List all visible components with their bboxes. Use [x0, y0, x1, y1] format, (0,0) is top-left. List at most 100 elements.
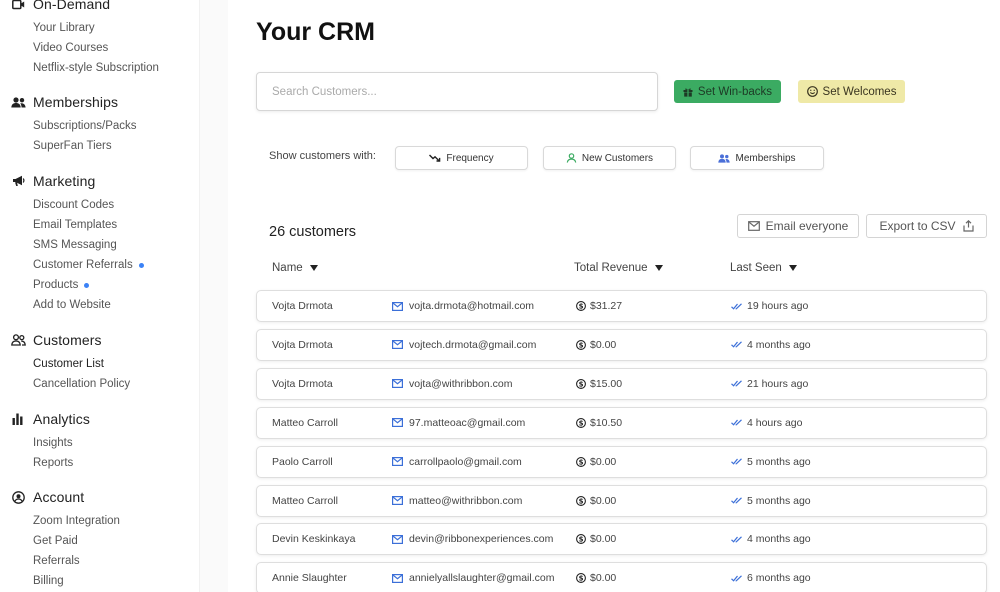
sidebar-section-memberships: Memberships Subscriptions/Packs SuperFan… — [0, 92, 199, 156]
customer-email-cell[interactable]: vojta.drmota@hotmail.com — [392, 291, 534, 321]
customer-revenue: $0.00 — [590, 533, 617, 546]
customer-last-seen: 21 hours ago — [747, 377, 809, 390]
search-input[interactable] — [256, 72, 658, 111]
mail-icon — [392, 496, 403, 505]
user-circle-icon — [10, 489, 26, 505]
customer-name: Matteo Carroll — [272, 494, 338, 507]
sidebar-item-label: Products — [33, 279, 79, 291]
sidebar-item-zoom-integration[interactable]: Zoom Integration — [0, 511, 199, 531]
set-welcomes-button[interactable]: Set Welcomes — [798, 80, 905, 103]
table-row[interactable]: Vojta Drmota vojta.drmota@hotmail.com $ … — [256, 290, 987, 322]
people-outline-icon — [10, 332, 26, 348]
double-check-icon — [731, 497, 743, 504]
sidebar-item-billing[interactable]: Billing — [0, 571, 199, 591]
sidebar-item-superfan-tiers[interactable]: SuperFan Tiers — [0, 136, 199, 156]
export-csv-button[interactable]: Export to CSV — [866, 214, 987, 238]
customer-revenue-cell: $ $0.00 — [576, 524, 616, 554]
customer-revenue: $0.00 — [590, 455, 617, 468]
customer-email-cell[interactable]: devin@ribbonexperiences.com — [392, 524, 553, 554]
customer-last-seen: 4 hours ago — [747, 416, 803, 429]
customer-name: Annie Slaughter — [272, 572, 347, 585]
sidebar-head-on-demand[interactable]: On-Demand — [0, 0, 199, 14]
customer-email-cell[interactable]: carrollpaolo@gmail.com — [392, 447, 522, 477]
dollar-circle-icon: $ — [576, 417, 586, 428]
sidebar-item-video-courses[interactable]: Video Courses — [0, 38, 199, 58]
megaphone-icon — [10, 173, 26, 189]
sidebar-head-customers[interactable]: Customers — [0, 330, 199, 350]
email-everyone-button[interactable]: Email everyone — [737, 214, 859, 238]
table-row[interactable]: Vojta Drmota vojta@withribbon.com $ $15.… — [256, 367, 987, 400]
new-indicator-dot — [138, 262, 144, 268]
customer-last-seen: 4 months ago — [747, 533, 811, 546]
sidebar-item-reports[interactable]: Reports — [0, 453, 199, 473]
sidebar-head-memberships[interactable]: Memberships — [0, 92, 199, 112]
table-row[interactable]: Paolo Carroll carrollpaolo@gmail.com $ $… — [256, 445, 987, 478]
customer-last-seen: 19 hours ago — [747, 300, 809, 312]
mail-icon — [747, 221, 760, 231]
customer-name: Paolo Carroll — [272, 455, 333, 468]
sidebar-head-account[interactable]: Account — [0, 487, 199, 507]
sort-caret-icon — [309, 265, 318, 271]
sidebar-item-referrals[interactable]: Referrals — [0, 551, 199, 571]
sidebar-head-analytics[interactable]: Analytics — [0, 409, 199, 429]
dollar-circle-icon: $ — [576, 573, 586, 584]
sidebar-item-subscriptions-packs[interactable]: Subscriptions/Packs — [0, 116, 199, 136]
sidebar-item-discount-codes[interactable]: Discount Codes — [0, 195, 199, 215]
mail-icon — [392, 340, 403, 350]
svg-text:$: $ — [579, 458, 584, 466]
mail-icon — [392, 534, 403, 544]
sidebar-gutter — [200, 0, 228, 592]
customer-email: devin@ribbonexperiences.com — [409, 533, 554, 546]
filter-memberships-chip[interactable]: Memberships — [690, 146, 824, 170]
customer-email-cell[interactable]: 97.matteoac@gmail.com — [392, 408, 525, 438]
table-row[interactable]: Annie Slaughter annielyallslaughter@gmai… — [256, 562, 987, 592]
svg-text:$: $ — [579, 497, 584, 505]
customer-email-cell[interactable]: matteo@withribbon.com — [392, 486, 522, 516]
video-icon — [10, 0, 26, 12]
double-check-icon — [731, 458, 743, 465]
sidebar-item-cancellation-policy[interactable]: Cancellation Policy — [0, 374, 199, 394]
column-header-name[interactable]: Name — [272, 262, 318, 274]
customer-revenue-cell: $ $0.00 — [576, 563, 616, 592]
sidebar-item-get-paid[interactable]: Get Paid — [0, 531, 199, 551]
table-row[interactable]: Vojta Drmota vojtech.drmota@gmail.com $ … — [256, 328, 987, 361]
filter-frequency-chip[interactable]: Frequency — [395, 146, 528, 170]
customer-email-cell[interactable]: annielyallslaughter@gmail.com — [392, 563, 554, 592]
sidebar-item-sms-messaging[interactable]: SMS Messaging — [0, 235, 199, 255]
sidebar-item-products[interactable]: Products — [0, 275, 199, 295]
filter-new-customers-chip[interactable]: New Customers — [543, 146, 676, 170]
sidebar-item-insights[interactable]: Insights — [0, 433, 199, 453]
customer-last-seen: 5 months ago — [747, 455, 811, 468]
column-header-last-seen[interactable]: Last Seen — [730, 262, 797, 274]
customer-email: vojtech.drmota@gmail.com — [409, 338, 537, 351]
sidebar-item-your-library[interactable]: Your Library — [0, 18, 199, 38]
customer-email: annielyallslaughter@gmail.com — [409, 572, 555, 585]
set-welcomes-label: Set Welcomes — [822, 85, 897, 98]
column-header-revenue[interactable]: Total Revenue — [574, 262, 663, 274]
table-row[interactable]: Matteo Carroll 97.matteoac@gmail.com $ $… — [256, 406, 987, 439]
sidebar-item-customer-list[interactable]: Customer List — [0, 354, 199, 374]
table-row[interactable]: Devin Keskinkaya devin@ribbonexperiences… — [256, 523, 987, 556]
dollar-circle-icon: $ — [576, 534, 586, 545]
customer-last-seen: 4 months ago — [747, 338, 811, 351]
sidebar-item-add-to-website[interactable]: Add to Website — [0, 295, 199, 315]
dollar-circle-icon: $ — [576, 378, 586, 389]
mail-icon — [392, 418, 403, 428]
customer-email-cell[interactable]: vojtech.drmota@gmail.com — [392, 330, 536, 360]
customer-name: Matteo Carroll — [272, 416, 338, 429]
sidebar-head-label: Marketing — [33, 173, 96, 189]
sidebar-section-marketing: Marketing Discount Codes Email Templates… — [0, 171, 199, 315]
filter-new-customers-label: New Customers — [581, 152, 654, 164]
customer-email-cell[interactable]: vojta@withribbon.com — [392, 369, 512, 399]
set-winbacks-button[interactable]: Set Win-backs — [674, 80, 781, 103]
column-header-label: Last Seen — [730, 262, 782, 274]
main-content: Your CRM Set Win-backs Set Welcomes Show… — [228, 0, 1000, 592]
table-row[interactable]: Matteo Carroll matteo@withribbon.com $ $… — [256, 484, 987, 517]
sidebar-item-email-templates[interactable]: Email Templates — [0, 215, 199, 235]
sidebar-item-netflix-subscription[interactable]: Netflix-style Subscription — [0, 58, 199, 78]
customer-revenue: $10.50 — [590, 416, 623, 429]
sidebar-item-customer-referrals[interactable]: Customer Referrals — [0, 255, 199, 275]
column-header-label: Name — [272, 262, 303, 274]
customer-revenue-cell: $ $0.00 — [576, 486, 616, 516]
sidebar-head-marketing[interactable]: Marketing — [0, 171, 199, 191]
